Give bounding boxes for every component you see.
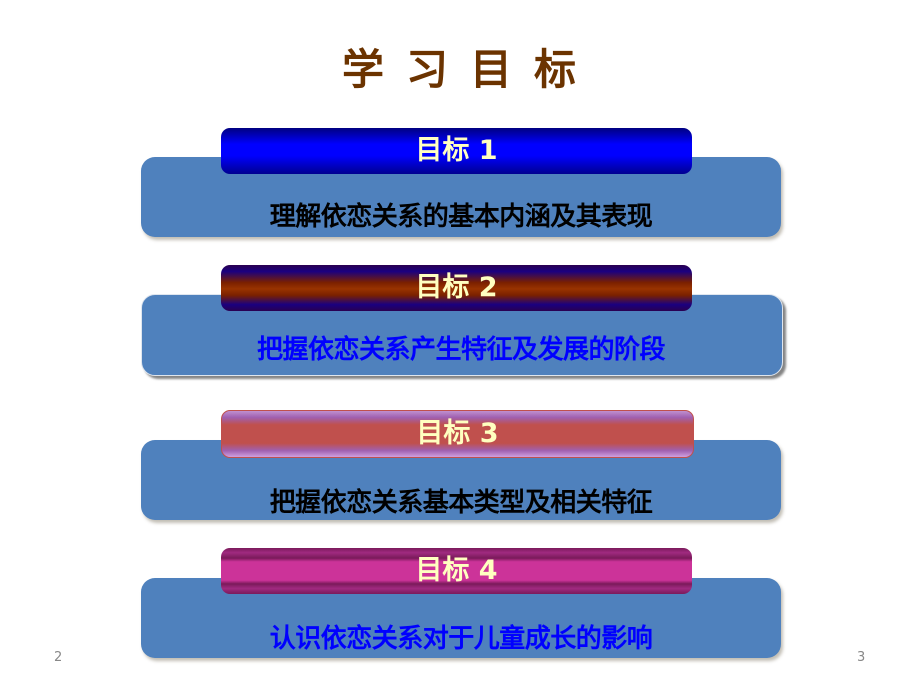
slide-title: 学习目标	[341, 45, 598, 94]
goal-description: 认识依恋关系对于儿童成长的影响	[269, 624, 653, 654]
goal-header: 目标 1	[221, 128, 692, 174]
goal-description: 把握依恋关系产生特征及发展的阶段	[256, 335, 666, 365]
goal-header: 目标 4	[221, 548, 692, 594]
goal-header: 目标 2	[221, 265, 692, 311]
goal-header: 目标 3	[221, 410, 694, 458]
page-number-right: 3	[857, 650, 866, 665]
goal-description: 把握依恋关系基本类型及相关特征	[269, 488, 653, 518]
goal-description: 理解依恋关系的基本内涵及其表现	[269, 202, 653, 232]
page-number-left: 2	[54, 650, 63, 665]
